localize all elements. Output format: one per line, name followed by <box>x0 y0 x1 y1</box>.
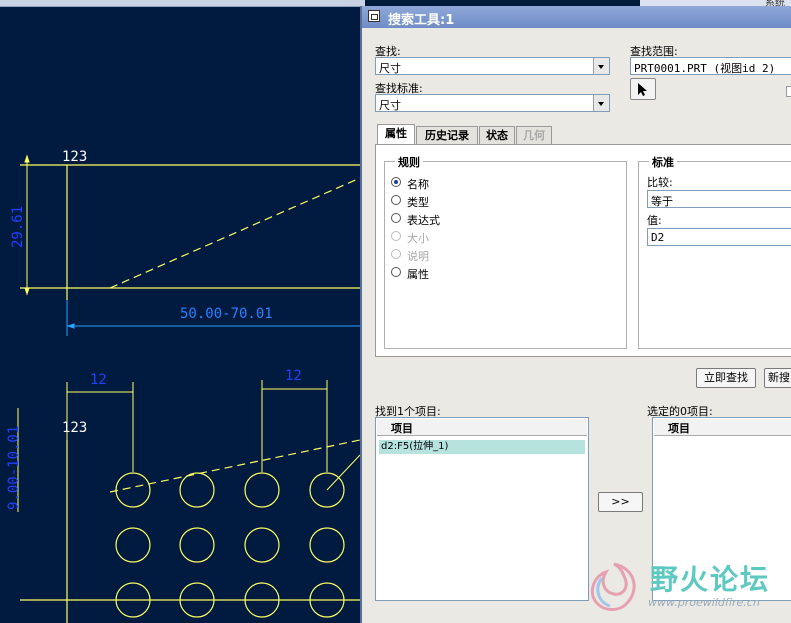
dim-vertical-top[interactable]: 29.61 <box>10 206 26 248</box>
list-item[interactable]: d2:F5(拉伸_1) <box>379 440 585 454</box>
add-to-selection-button[interactable]: >> <box>598 492 643 512</box>
dim-spacing-left[interactable]: 12 <box>90 372 107 388</box>
note-123-bottom[interactable]: 123 <box>62 420 87 436</box>
criteria-select[interactable]: 尺寸 <box>375 94 610 112</box>
flame-logo-icon <box>590 562 636 611</box>
found-items-header[interactable]: 项目 <box>377 419 587 436</box>
watermark-url: www.proewildfire.cn <box>648 596 760 609</box>
hidden-line-lower <box>109 439 361 493</box>
chevron-down-icon[interactable] <box>593 95 609 111</box>
hole <box>244 472 280 508</box>
scope-value: PRT0001.PRT (视图id 2) <box>634 62 776 75</box>
hidden-line-top <box>109 177 361 289</box>
dialog-titlebar[interactable]: 搜索工具:1 <box>362 6 791 28</box>
value-input[interactable]: D2 <box>647 228 791 246</box>
cursor-arrow-icon <box>638 83 647 96</box>
find-type-value: 尺寸 <box>379 62 401 75</box>
chevron-down-icon[interactable] <box>593 58 609 74</box>
compare-select[interactable]: 等于 <box>647 190 791 208</box>
tab-attributes[interactable]: 属性 <box>377 124 415 144</box>
value-label: 值: <box>647 214 662 227</box>
cad-viewport[interactable]: 123 29.61 50.00-70.01 12 12 123 9.00-10.… <box>0 0 365 623</box>
scope-field[interactable]: PRT0001.PRT (视图id 2) <box>630 57 791 75</box>
top-toolbar-strip <box>0 0 365 7</box>
found-items-list[interactable]: 项目 d2:F5(拉伸_1) <box>375 417 589 601</box>
criteria-group: 标准 比较: 等于 值: D2 <box>638 154 791 349</box>
rules-group: 规则 名称 类型 表达式 大小 说明 属性 <box>384 154 627 349</box>
selected-items-header[interactable]: 项目 <box>654 419 791 436</box>
new-search-button[interactable]: 新搜 <box>764 368 791 388</box>
attributes-panel: 规则 名称 类型 表达式 大小 说明 属性 标准 比较: 等于 值: D2 <box>375 144 791 357</box>
dim-horizontal[interactable]: 50.00-70.01 <box>180 306 273 322</box>
criteria-value: 尺寸 <box>379 99 401 112</box>
criteria-title: 标准 <box>649 154 677 170</box>
scope-checkbox[interactable] <box>786 86 791 97</box>
dialog-title: 搜索工具:1 <box>388 13 455 28</box>
find-type-select[interactable]: 尺寸 <box>375 57 610 75</box>
hole <box>115 527 151 563</box>
pick-from-model-button[interactable] <box>630 78 656 100</box>
tab-geometry: 几何 <box>516 126 552 144</box>
find-now-button[interactable]: 立即查找 <box>696 368 756 388</box>
hole <box>115 472 151 508</box>
search-tool-dialog: 搜索工具:1 查找: 尺寸 查找标准: 尺寸 查找范围: PRT0001.PRT… <box>360 6 791 623</box>
hole <box>309 527 345 563</box>
dim-vertical-bottom[interactable]: 9.00-10.01 <box>6 426 22 510</box>
value-input-text: D2 <box>651 231 665 244</box>
compare-label: 比较: <box>647 176 673 189</box>
forum-watermark: 野火论坛 www.proewildfire.cn <box>582 556 791 623</box>
hole <box>179 472 215 508</box>
rules-title: 规则 <box>395 154 423 170</box>
window-icon <box>368 10 380 22</box>
hole <box>179 527 215 563</box>
watermark-title: 野火论坛 <box>650 563 771 596</box>
note-123-top[interactable]: 123 <box>62 149 87 165</box>
hole <box>244 527 280 563</box>
compare-value: 等于 <box>651 195 673 208</box>
dim-spacing-right[interactable]: 12 <box>285 368 302 384</box>
hole-pattern <box>115 472 345 618</box>
tab-status[interactable]: 状态 <box>479 126 515 144</box>
tab-history[interactable]: 历史记录 <box>416 126 478 144</box>
